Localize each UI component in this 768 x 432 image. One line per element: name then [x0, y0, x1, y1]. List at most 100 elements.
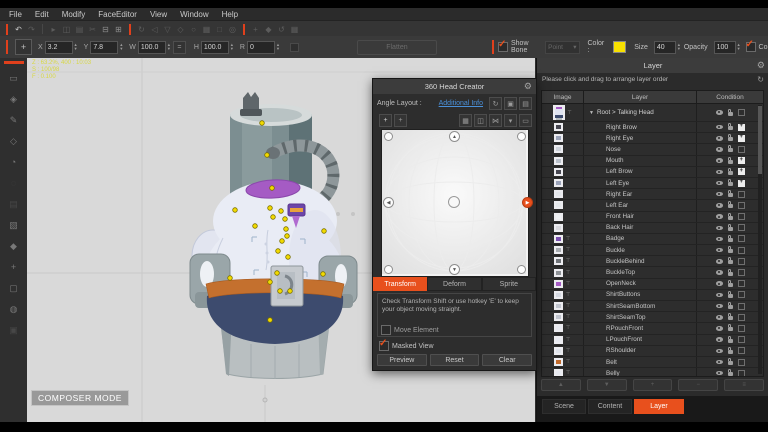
angle-right-button[interactable]: ▶	[522, 197, 533, 208]
condition-checkbox[interactable]	[737, 358, 745, 366]
lock-icon[interactable]	[727, 346, 733, 354]
stepper-y[interactable]: ▲ ▼	[119, 43, 123, 51]
condition-checkbox[interactable]	[737, 257, 745, 265]
visibility-eye-icon[interactable]	[715, 348, 723, 354]
face-tool-icon[interactable]: ◔	[6, 154, 22, 170]
field-h[interactable]: 100.0	[200, 40, 229, 54]
lock-icon[interactable]	[727, 212, 733, 220]
layer-row[interactable]: Right Ear	[542, 189, 763, 201]
stepper-down-icon[interactable]: ▼	[230, 47, 234, 51]
menu-item-edit[interactable]: Edit	[35, 10, 49, 19]
lock-icon[interactable]	[727, 108, 733, 116]
condition-checkbox[interactable]	[737, 336, 745, 344]
condition-checkbox[interactable]	[737, 269, 745, 277]
visibility-eye-icon[interactable]	[715, 203, 723, 208]
condition-checkbox[interactable]	[737, 123, 745, 131]
lock-icon[interactable]	[727, 179, 733, 187]
visibility-eye-icon[interactable]	[715, 370, 723, 376]
preview-button[interactable]: Preview	[377, 354, 427, 366]
lock-icon[interactable]	[727, 335, 733, 343]
layer-row[interactable]: ⊤ BuckleTop	[542, 267, 763, 279]
bottom-tab-layer[interactable]: Layer	[634, 399, 684, 414]
visibility-eye-icon[interactable]	[715, 292, 723, 298]
reset-order-icon[interactable]: ↻	[757, 75, 764, 84]
angle-corner-bottomleft[interactable]	[384, 265, 393, 274]
sprite-tool-icon[interactable]: ▤	[6, 196, 22, 212]
bounds-icon[interactable]: ▦	[459, 114, 472, 127]
condition-checkbox[interactable]	[737, 235, 745, 243]
redo-icon[interactable]: ↷	[25, 23, 38, 35]
additional-info-link[interactable]: Additional Info	[439, 100, 483, 107]
layer-row[interactable]: ⊤ LPouchFront	[542, 334, 763, 346]
move-element-checkbox[interactable]	[381, 325, 391, 335]
lock-icon[interactable]	[727, 167, 733, 175]
visibility-eye-icon[interactable]	[715, 247, 723, 253]
tab-deform[interactable]: Deform	[427, 277, 482, 291]
expand-icon[interactable]: ⊞	[112, 23, 125, 35]
list-button[interactable]: ≡	[724, 379, 764, 391]
visibility-eye-icon[interactable]	[715, 124, 723, 130]
layer-row[interactable]: ⊤ Belly	[542, 368, 763, 376]
actor-tool-icon[interactable]: ◆	[6, 238, 22, 254]
field-r[interactable]: 0	[246, 40, 275, 54]
layer-row[interactable]: Front Hair	[542, 211, 763, 223]
flip-v-icon[interactable]: ▽	[161, 23, 174, 35]
layer-row[interactable]: Left Brow	[542, 166, 763, 178]
add-point-icon[interactable]: +	[249, 23, 262, 35]
lock-icon[interactable]	[727, 302, 733, 310]
collapse-arrow-icon[interactable]: ▼	[589, 110, 594, 116]
lock-icon[interactable]	[727, 313, 733, 321]
move-mode-button[interactable]: +	[15, 39, 32, 55]
circle-tool-icon[interactable]: ◌	[6, 175, 22, 191]
connect-checkbox[interactable]	[745, 39, 756, 52]
lock-icon[interactable]	[727, 134, 733, 142]
angle-down-button[interactable]: ▼	[449, 264, 460, 275]
visibility-eye-icon[interactable]	[715, 136, 723, 141]
scene-tool-icon[interactable]: ◈	[6, 91, 22, 107]
stepper-r[interactable]: ▲ ▼	[276, 43, 280, 51]
layer-row[interactable]: Right Brow	[542, 122, 763, 134]
condition-checkbox[interactable]	[737, 369, 745, 376]
lock-icon[interactable]	[727, 290, 733, 298]
condition-checkbox[interactable]	[737, 168, 745, 176]
condition-checkbox[interactable]	[737, 280, 745, 288]
angle-center-button[interactable]	[448, 196, 460, 208]
layer-row[interactable]: ⊤ Belt	[542, 356, 763, 369]
opacity-stepper[interactable]: ▲ ▼	[737, 43, 741, 51]
lock-icon[interactable]	[727, 123, 733, 131]
lock-icon[interactable]	[727, 223, 733, 231]
brush-tool-icon[interactable]: ▢	[6, 280, 22, 296]
layer-row[interactable]: ⊤ ShirtSeamBottom	[542, 301, 763, 313]
frame-tool-icon[interactable]: ▭	[6, 70, 22, 86]
visibility-eye-icon[interactable]	[715, 169, 723, 175]
angle-corner-bottomright[interactable]	[517, 265, 526, 274]
layers-icon[interactable]: ▤	[73, 23, 86, 35]
layer-row[interactable]: Left Ear	[542, 200, 763, 212]
menu-item-modify[interactable]: Modify	[62, 10, 86, 19]
bone-color-swatch[interactable]	[613, 41, 627, 53]
condition-checkbox[interactable]	[737, 179, 745, 187]
image-tool-icon[interactable]: ▧	[6, 217, 22, 233]
condition-checkbox[interactable]	[737, 134, 745, 142]
condition-checkbox[interactable]	[737, 313, 745, 321]
angle-up-button[interactable]: ▲	[449, 131, 460, 142]
menu-item-faceeditor[interactable]: FaceEditor	[98, 10, 137, 19]
condition-checkbox[interactable]	[737, 302, 745, 310]
layer-row[interactable]: ⊤ ShirtButtons	[542, 289, 763, 301]
layer-row[interactable]: ⊤ ShirtSeamTop	[542, 312, 763, 324]
stepper-down-icon[interactable]: ▼	[167, 47, 171, 51]
field-w[interactable]: 100.0	[137, 40, 166, 54]
scale-icon[interactable]: ◇	[174, 23, 187, 35]
screen-icon[interactable]: ▭	[519, 114, 532, 127]
layer-row[interactable]: Back Hair	[542, 222, 763, 234]
visibility-eye-icon[interactable]	[715, 315, 723, 320]
copy-icon[interactable]: ◫	[474, 114, 487, 127]
layer-row[interactable]: ⊤ RPouchFront	[542, 323, 763, 335]
stepper-down-icon[interactable]: ▼	[276, 47, 280, 51]
stepper-h[interactable]: ▲ ▼	[230, 43, 234, 51]
menu-item-file[interactable]: File	[9, 10, 22, 19]
lock-icon[interactable]	[727, 358, 733, 366]
head-creator-title-bar[interactable]: 360 Head Creator ⚙	[373, 79, 536, 94]
mesh-icon[interactable]: ▦	[200, 23, 213, 35]
misc-tool-icon[interactable]: ▣	[6, 322, 22, 338]
